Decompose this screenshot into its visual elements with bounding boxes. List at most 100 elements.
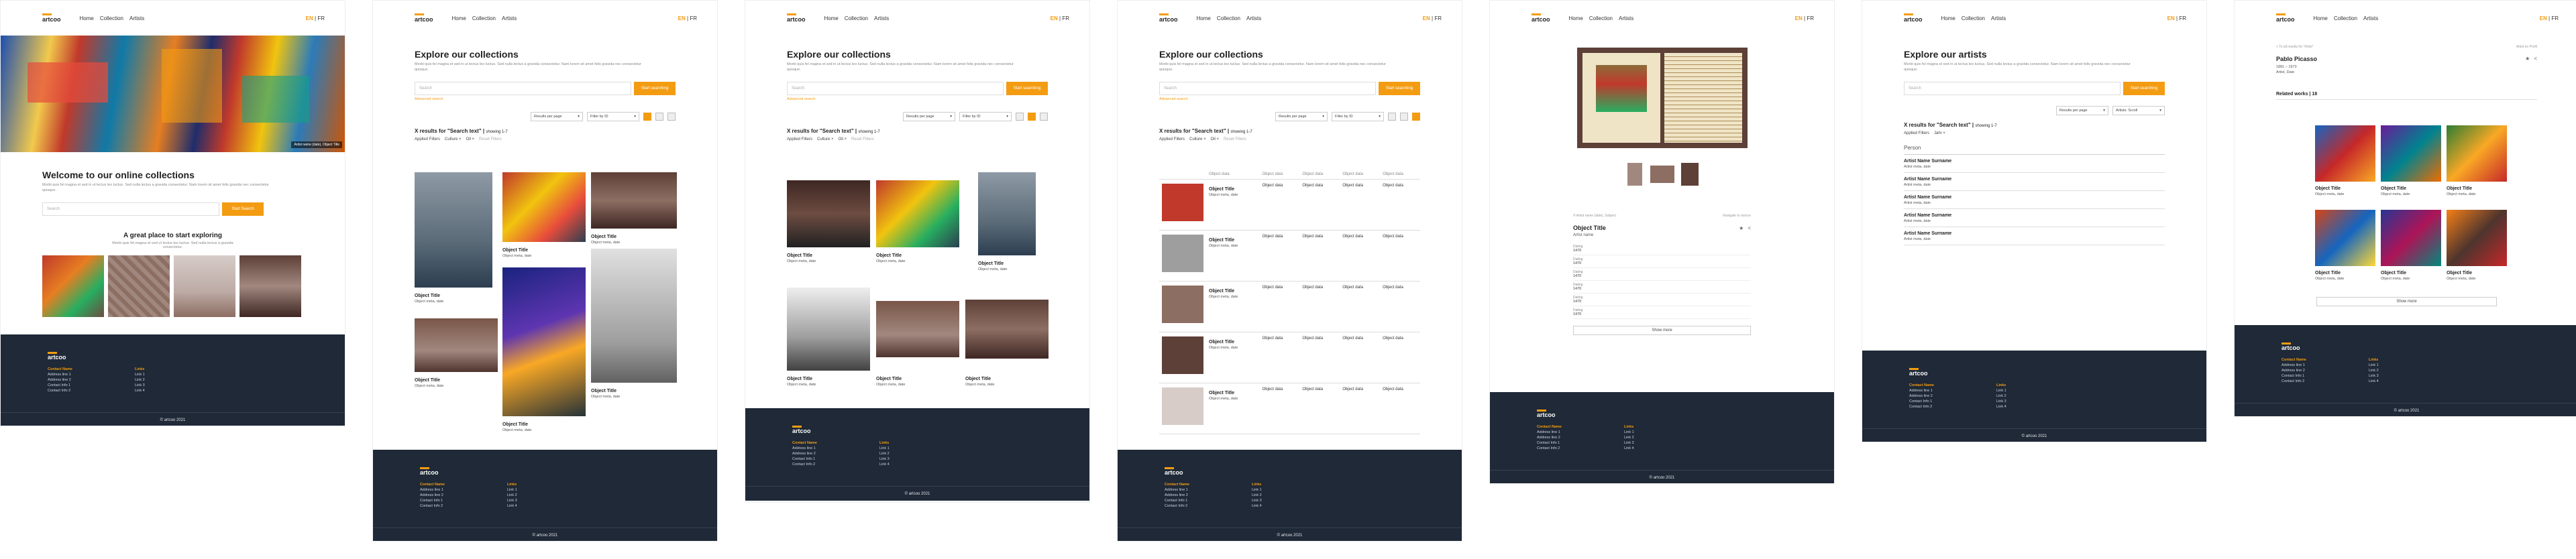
related-work-thumb[interactable] <box>2381 210 2441 266</box>
explore-card-landscape[interactable] <box>239 255 301 317</box>
list-item[interactable]: Artist Name Surname Artist meta, date <box>1904 173 2165 192</box>
explore-card-manuscript[interactable] <box>108 255 170 317</box>
nav-home[interactable]: Home <box>1569 15 1583 21</box>
search-button[interactable]: Start searching <box>1379 82 1420 96</box>
footer-link[interactable]: Link 4 <box>1624 446 1634 451</box>
language-switch[interactable]: EN | FR <box>306 15 325 21</box>
artwork-thumb[interactable] <box>502 172 586 242</box>
artwork-thumb[interactable] <box>978 172 1036 255</box>
related-work-thumb[interactable] <box>2315 125 2375 182</box>
list-item[interactable]: Artist Name Surname Artist meta, date <box>1904 191 2165 210</box>
nav-artists[interactable]: Artists <box>874 15 889 21</box>
footer-link[interactable]: Link 1 <box>2369 363 2379 368</box>
nav-home[interactable]: Home <box>824 15 839 21</box>
footer-link[interactable]: Link 3 <box>507 498 517 503</box>
footer-link[interactable]: Link 4 <box>1996 404 2006 410</box>
artwork-thumb[interactable] <box>876 180 959 247</box>
advanced-search-link[interactable]: Advanced search <box>415 97 676 101</box>
filter-chip[interactable]: Oil × <box>1211 137 1220 141</box>
view-toggle-grid[interactable] <box>1400 113 1408 121</box>
table-row[interactable]: Object Title Object meta, date Object data… <box>1159 179 1420 231</box>
footer-link[interactable]: Link 3 <box>879 456 890 462</box>
footer-link[interactable]: Link 3 <box>2369 373 2379 379</box>
related-work-thumb[interactable] <box>2447 125 2507 182</box>
nav-home[interactable]: Home <box>452 15 466 21</box>
search-button[interactable]: Start searching <box>1006 82 1048 96</box>
footer-link[interactable]: Link 1 <box>1624 430 1634 435</box>
view-toggle-list[interactable] <box>667 113 676 121</box>
language-switch[interactable]: EN | FR <box>2167 15 2186 21</box>
table-row[interactable]: Object Title Object meta, date Object data… <box>1159 230 1420 282</box>
table-row[interactable]: Object Title Object meta, date Object data… <box>1159 332 1420 383</box>
nav-artists[interactable]: Artists <box>1991 15 2006 21</box>
reset-filters-link[interactable]: Reset Filters <box>851 137 874 141</box>
language-switch[interactable]: EN | FR <box>678 15 697 21</box>
filter-chip[interactable]: Jahr × <box>1934 131 1945 135</box>
footer-link[interactable]: Link 1 <box>1996 388 2006 393</box>
footer-link[interactable]: Link 1 <box>135 372 145 377</box>
footer-link[interactable]: Link 1 <box>879 446 890 451</box>
artwork-thumb[interactable] <box>415 172 492 288</box>
site-logo[interactable]: artcoo <box>787 13 806 23</box>
site-logo[interactable]: artcoo <box>2276 13 2295 23</box>
nav-home[interactable]: Home <box>1197 15 1211 21</box>
footer-link[interactable]: Link 2 <box>135 377 145 383</box>
nav-collection[interactable]: Collection <box>2334 15 2357 21</box>
search-button[interactable]: Start searching <box>634 82 676 96</box>
footer-link[interactable]: Link 2 <box>879 451 890 456</box>
row-thumbnail[interactable] <box>1162 183 1203 221</box>
footer-link[interactable]: Link 2 <box>507 493 517 498</box>
site-logo[interactable]: artcoo <box>1532 13 1550 23</box>
footer-link[interactable]: Link 1 <box>507 487 517 493</box>
favorite-icon[interactable]: ★ <box>2525 56 2530 62</box>
related-work-thumb[interactable] <box>2447 210 2507 266</box>
nav-artists[interactable]: Artists <box>2363 15 2378 21</box>
footer-link[interactable]: Link 1 <box>1252 487 1262 493</box>
view-toggle-list[interactable] <box>1040 113 1048 121</box>
nav-collection[interactable]: Collection <box>1962 15 1985 21</box>
reset-filters-link[interactable]: Reset Filters <box>479 137 502 141</box>
object-thumb[interactable] <box>1650 166 1674 183</box>
explore-card-architecture[interactable] <box>174 255 235 317</box>
nav-home[interactable]: Home <box>1941 15 1955 21</box>
search-input[interactable]: Search <box>42 202 219 216</box>
footer-link[interactable]: Link 2 <box>1624 435 1634 440</box>
artwork-thumb[interactable] <box>787 180 870 247</box>
search-input[interactable]: Search <box>415 82 631 96</box>
related-work-thumb[interactable] <box>2315 210 2375 266</box>
list-item[interactable]: Artist Name Surname Artist meta, date <box>1904 155 2165 174</box>
object-thumb[interactable] <box>1627 163 1642 186</box>
filter-chip[interactable]: Culture × <box>1189 137 1206 141</box>
profile-link[interactable]: Artist en Profil <box>2516 45 2537 49</box>
language-switch[interactable]: EN | FR <box>1051 15 1069 21</box>
site-logo[interactable]: artcoo <box>42 13 61 23</box>
language-switch[interactable]: EN | FR <box>1423 15 1442 21</box>
list-item[interactable]: Artist Name Surname Artist meta, date <box>1904 227 2165 246</box>
filter-chip[interactable]: Oil × <box>466 137 475 141</box>
footer-link[interactable]: Link 4 <box>2369 379 2379 384</box>
back-link[interactable]: < To all results for "Artist" <box>2276 45 2314 49</box>
footer-link[interactable]: Link 4 <box>879 462 890 467</box>
share-icon[interactable]: < <box>1748 225 1751 231</box>
filter-chip[interactable]: Culture × <box>817 137 834 141</box>
site-logo[interactable]: artcoo <box>415 13 433 23</box>
footer-link[interactable]: Link 3 <box>1252 498 1262 503</box>
view-toggle-masonry[interactable] <box>643 113 651 121</box>
footer-link[interactable]: Link 4 <box>507 503 517 509</box>
search-input[interactable]: Search <box>1159 82 1376 96</box>
filter-select[interactable]: Artists: Scroll ▾ <box>2112 106 2165 116</box>
advanced-search-link[interactable]: Advanced search <box>787 97 1048 101</box>
filter-select[interactable]: Filter by ID ▾ <box>959 112 1012 122</box>
view-toggle-grid[interactable] <box>1028 113 1036 121</box>
row-thumbnail[interactable] <box>1162 336 1203 374</box>
results-per-page-select[interactable]: Results per page ▾ <box>903 112 955 122</box>
footer-link[interactable]: Link 2 <box>1252 493 1262 498</box>
nav-artists[interactable]: Artists <box>1619 15 1633 21</box>
artwork-thumb[interactable] <box>591 249 677 383</box>
object-thumb[interactable] <box>1681 163 1699 186</box>
filter-chip[interactable]: Culture × <box>445 137 462 141</box>
results-per-page-select[interactable]: Results per page ▾ <box>2056 106 2108 116</box>
results-per-page-select[interactable]: Results per page ▾ <box>531 112 583 122</box>
nav-collection[interactable]: Collection <box>1589 15 1613 21</box>
row-thumbnail[interactable] <box>1162 285 1203 323</box>
